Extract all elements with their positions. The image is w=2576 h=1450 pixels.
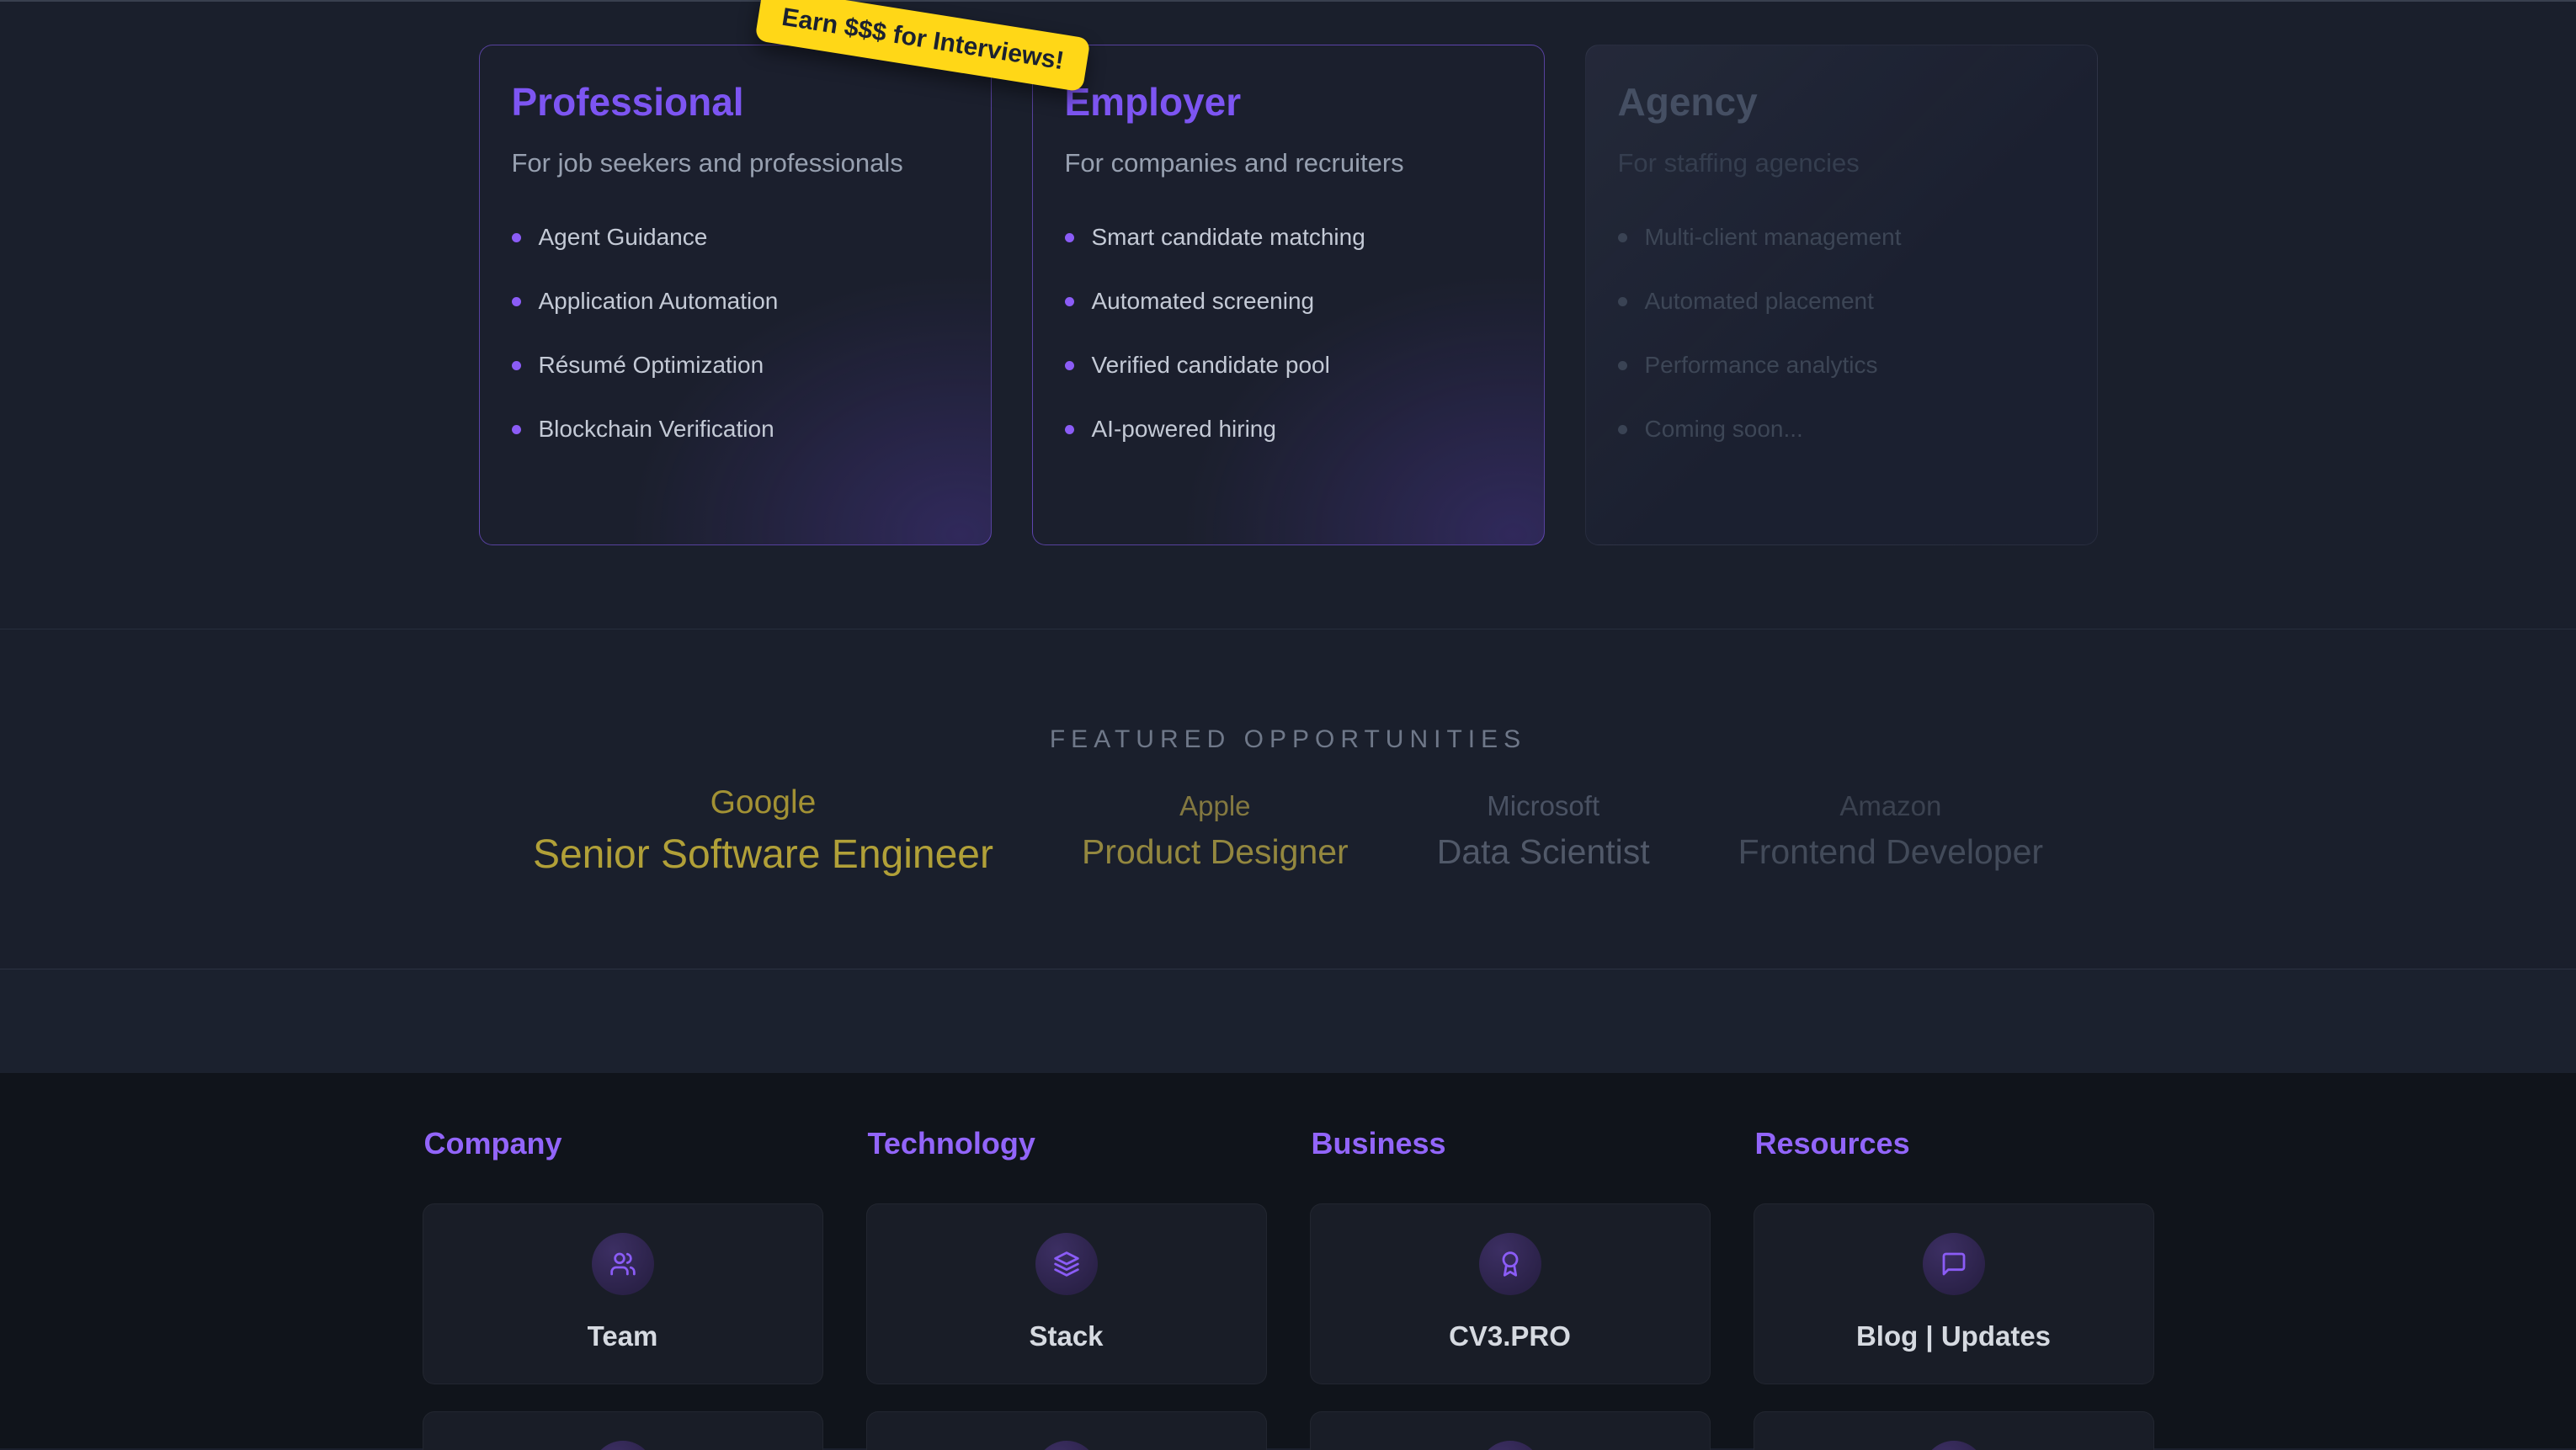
- plan-subtitle: For staffing agencies: [1618, 148, 2065, 178]
- plan-feature: Multi-client management: [1618, 224, 2065, 251]
- footer-card-label: Team: [588, 1320, 658, 1352]
- job-role: Frontend Developer: [1738, 832, 2043, 872]
- bullet-dot-icon: [512, 425, 521, 434]
- plan-feature-label: Agent Guidance: [539, 224, 708, 251]
- plan-subtitle: For job seekers and professionals: [512, 148, 959, 178]
- footer: Company Team Technology Stack: [0, 1073, 2576, 1448]
- plan-feature-label: Automated placement: [1645, 288, 1874, 315]
- award-icon: [1479, 1233, 1541, 1295]
- plan-title: Agency: [1618, 79, 2065, 125]
- plans-row: Professional For job seekers and profess…: [479, 45, 2098, 545]
- bullet-dot-icon: [1618, 361, 1627, 370]
- plan-title: Employer: [1065, 79, 1512, 125]
- plan-feature: Agent Guidance: [512, 224, 959, 251]
- bullet-dot-icon: [512, 233, 521, 242]
- plan-feature-list: Multi-client management Automated placem…: [1618, 224, 2065, 443]
- footer-card-team[interactable]: Team: [423, 1203, 823, 1384]
- footer-card-cv3pro[interactable]: CV3.PRO: [1310, 1203, 1711, 1384]
- plan-feature-label: Verified candidate pool: [1092, 352, 1330, 379]
- plan-feature-label: Smart candidate matching: [1092, 224, 1365, 251]
- plan-feature-label: Performance analytics: [1645, 352, 1878, 379]
- users-icon: [592, 1233, 654, 1295]
- footer-card-icon: [1923, 1441, 1985, 1450]
- job-company: Amazon: [1738, 790, 2043, 822]
- plan-feature: Performance analytics: [1618, 352, 2065, 379]
- footer-heading: Business: [1312, 1126, 1711, 1161]
- landing-page: Professional For job seekers and profess…: [0, 0, 2576, 1450]
- bullet-dot-icon: [1065, 297, 1074, 306]
- section-spacer: [0, 969, 2576, 1073]
- featured-job-google[interactable]: Google Senior Software Engineer: [533, 784, 993, 878]
- plan-title: Professional: [512, 79, 959, 125]
- plan-feature: Résumé Optimization: [512, 352, 959, 379]
- plans-section: Professional For job seekers and profess…: [0, 0, 2576, 629]
- featured-carousel: Google Senior Software Engineer Apple Pr…: [533, 784, 2043, 878]
- plan-feature: Automated screening: [1065, 288, 1512, 315]
- featured-job-microsoft[interactable]: Microsoft Data Scientist: [1437, 790, 1650, 872]
- job-company: Microsoft: [1437, 790, 1650, 822]
- job-role: Product Designer: [1082, 832, 1349, 872]
- footer-card-label: CV3.PRO: [1449, 1320, 1571, 1352]
- bullet-dot-icon: [512, 297, 521, 306]
- plan-feature: Verified candidate pool: [1065, 352, 1512, 379]
- plan-feature-label: Résumé Optimization: [539, 352, 764, 379]
- plan-card-agency: Agency For staffing agencies Multi-clien…: [1585, 45, 2098, 545]
- footer-card-blog[interactable]: Blog | Updates: [1754, 1203, 2154, 1384]
- plan-feature: Blockchain Verification: [512, 416, 959, 443]
- featured-job-apple[interactable]: Apple Product Designer: [1082, 790, 1349, 872]
- footer-card-icon: [592, 1441, 654, 1450]
- plan-feature: Coming soon...: [1618, 416, 2065, 443]
- job-company: Apple: [1082, 790, 1349, 822]
- footer-heading: Resources: [1755, 1126, 2154, 1161]
- footer-column-resources: Resources Blog | Updates: [1754, 1126, 2154, 1450]
- bullet-dot-icon: [1065, 425, 1074, 434]
- plan-feature-label: Coming soon...: [1645, 416, 1803, 443]
- footer-card-partial[interactable]: [1310, 1411, 1711, 1450]
- footer-heading: Company: [424, 1126, 823, 1161]
- plan-feature-label: Multi-client management: [1645, 224, 1902, 251]
- footer-card-icon: [1479, 1441, 1541, 1450]
- plan-feature-list: Agent Guidance Application Automation Ré…: [512, 224, 959, 443]
- footer-card-icon: [1035, 1441, 1098, 1450]
- footer-card-label: Blog | Updates: [1856, 1320, 2051, 1352]
- plan-feature: Smart candidate matching: [1065, 224, 1512, 251]
- featured-title: FEATURED OPPORTUNITIES: [1050, 725, 1526, 754]
- plan-feature-label: Automated screening: [1092, 288, 1315, 315]
- featured-opportunities-section: FEATURED OPPORTUNITIES Google Senior Sof…: [0, 629, 2576, 969]
- job-role: Senior Software Engineer: [533, 831, 993, 878]
- footer-column-technology: Technology Stack: [866, 1126, 1267, 1450]
- plan-card-employer[interactable]: Employer For companies and recruiters Sm…: [1032, 45, 1545, 545]
- footer-card-label: Stack: [1029, 1320, 1103, 1352]
- bullet-dot-icon: [1618, 233, 1627, 242]
- plan-feature-label: Blockchain Verification: [539, 416, 774, 443]
- plan-feature: Application Automation: [512, 288, 959, 315]
- bullet-dot-icon: [512, 361, 521, 370]
- bullet-dot-icon: [1065, 233, 1074, 242]
- footer-card-partial[interactable]: [866, 1411, 1267, 1450]
- plan-card-professional[interactable]: Professional For job seekers and profess…: [479, 45, 992, 545]
- footer-column-business: Business CV3.PRO: [1310, 1126, 1711, 1450]
- plan-feature: Automated placement: [1618, 288, 2065, 315]
- footer-column-company: Company Team: [423, 1126, 823, 1450]
- footer-card-partial[interactable]: [423, 1411, 823, 1450]
- message-square-icon: [1923, 1233, 1985, 1295]
- job-role: Data Scientist: [1437, 832, 1650, 872]
- bullet-dot-icon: [1618, 297, 1627, 306]
- featured-job-amazon[interactable]: Amazon Frontend Developer: [1738, 790, 2043, 872]
- footer-card-partial[interactable]: [1754, 1411, 2154, 1450]
- plan-feature-label: AI-powered hiring: [1092, 416, 1276, 443]
- plan-feature-list: Smart candidate matching Automated scree…: [1065, 224, 1512, 443]
- layers-icon: [1035, 1233, 1098, 1295]
- bullet-dot-icon: [1618, 425, 1627, 434]
- footer-heading: Technology: [868, 1126, 1267, 1161]
- plan-subtitle: For companies and recruiters: [1065, 148, 1512, 178]
- footer-columns: Company Team Technology Stack: [0, 1126, 2576, 1450]
- footer-card-stack[interactable]: Stack: [866, 1203, 1267, 1384]
- plan-feature: AI-powered hiring: [1065, 416, 1512, 443]
- plan-feature-label: Application Automation: [539, 288, 779, 315]
- bullet-dot-icon: [1065, 361, 1074, 370]
- job-company: Google: [533, 784, 993, 821]
